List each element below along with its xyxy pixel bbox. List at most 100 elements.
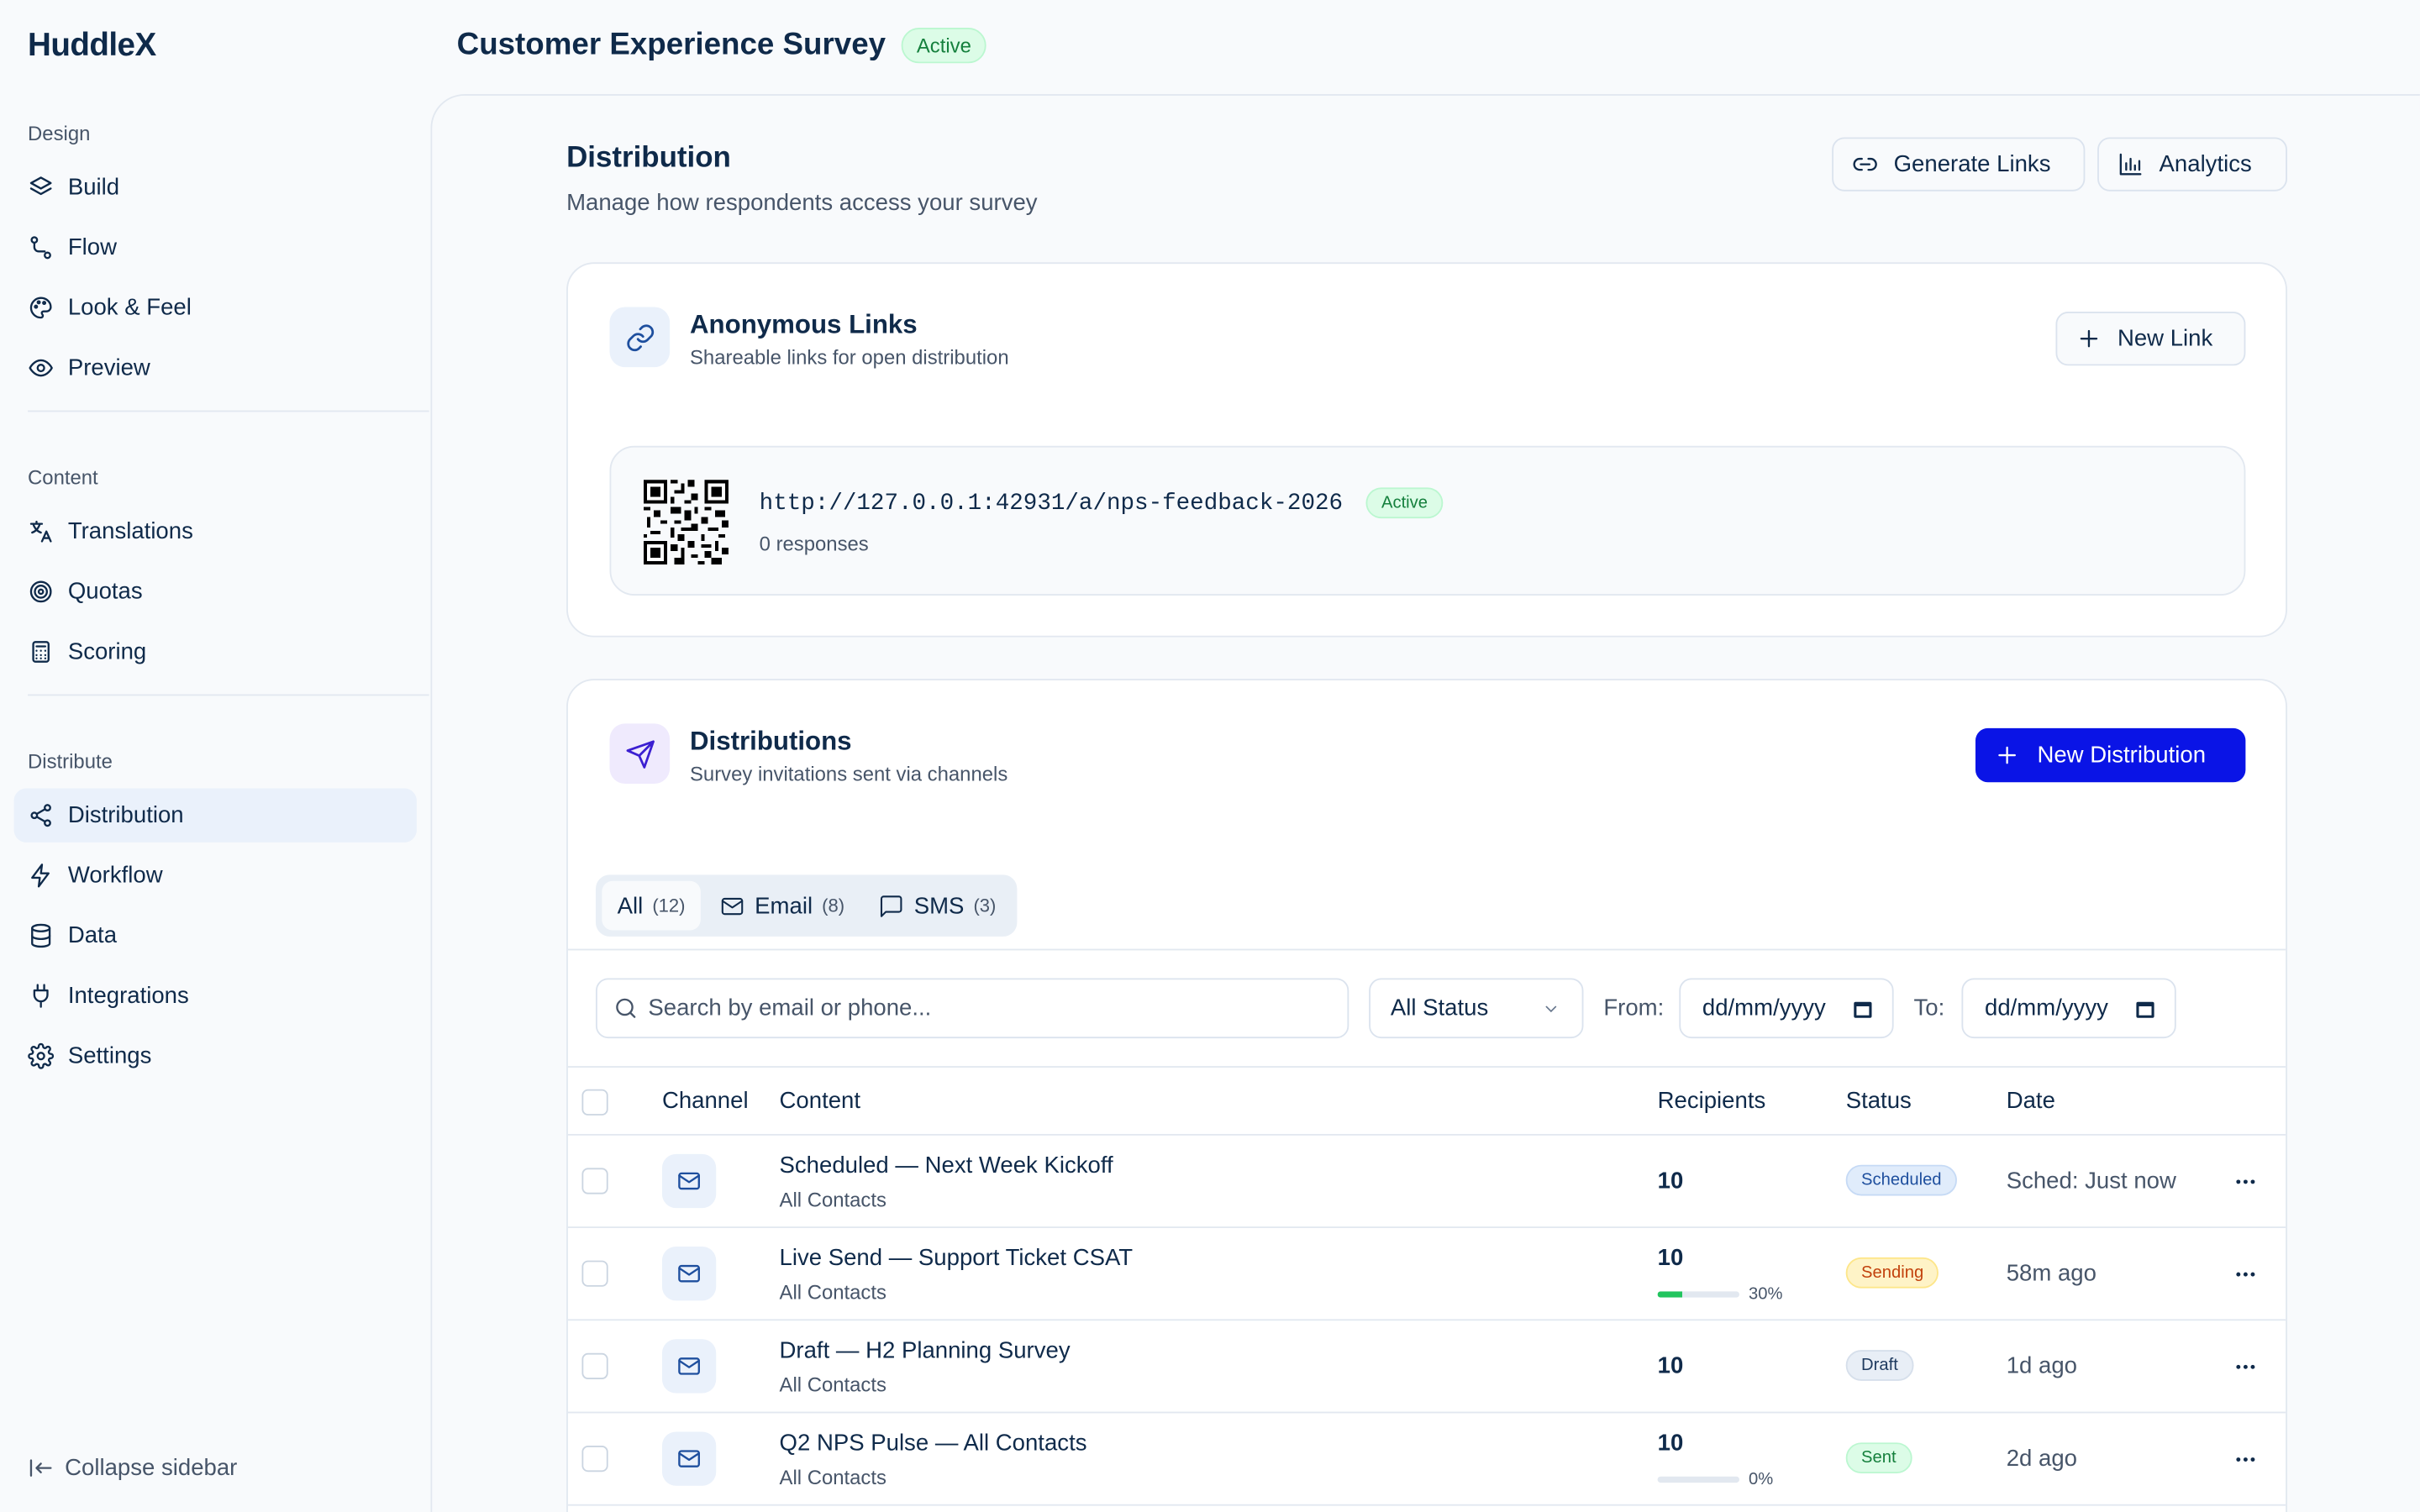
mail-icon bbox=[661, 1339, 717, 1394]
sidebar-item-label: Quotas bbox=[67, 578, 143, 605]
row-title[interactable]: Q2 NPS Pulse — All Contacts bbox=[780, 1431, 1087, 1457]
column-header-channel[interactable]: Channel bbox=[662, 1088, 749, 1114]
layers-icon bbox=[28, 175, 54, 201]
section-subtitle: Manage how respondents access your surve… bbox=[566, 189, 1038, 217]
status-filter-value: All Status bbox=[1390, 995, 1489, 1021]
to-date-input[interactable]: dd/mm/yyyy bbox=[1961, 978, 2176, 1039]
new-link-button[interactable]: New Link bbox=[2055, 312, 2246, 366]
eye-icon bbox=[28, 354, 54, 381]
status-badge: Sent bbox=[1845, 1442, 1912, 1474]
sidebar-item-label: Workflow bbox=[67, 862, 163, 889]
anonymous-links-title: Anonymous Links bbox=[690, 310, 918, 340]
ellipsis-icon bbox=[2236, 1364, 2255, 1369]
sidebar-item-label: Scoring bbox=[67, 638, 147, 665]
sidebar-item-label: Integrations bbox=[67, 982, 189, 1010]
channel-tabs: All (12) Email (8) SMS (3) bbox=[595, 874, 1018, 937]
to-label: To: bbox=[1913, 995, 1945, 1021]
column-header-content[interactable]: Content bbox=[780, 1088, 861, 1114]
tab-label: Email bbox=[755, 892, 813, 919]
sidebar: HuddleX Design Build Flow Look & Feel Pr… bbox=[0, 0, 431, 1512]
select-all-checkbox[interactable] bbox=[581, 1089, 608, 1116]
search-placeholder: Search by email or phone... bbox=[648, 995, 932, 1021]
row-date: 2d ago bbox=[2006, 1445, 2077, 1473]
survey-status-badge: Active bbox=[901, 28, 987, 64]
database-icon bbox=[28, 922, 54, 948]
sidebar-item-translations[interactable]: Translations bbox=[14, 505, 417, 559]
more-actions-button[interactable] bbox=[2232, 1446, 2260, 1473]
generate-links-button[interactable]: Generate Links bbox=[1832, 137, 2086, 192]
to-date-placeholder: dd/mm/yyyy bbox=[1984, 995, 2108, 1021]
search-input[interactable]: Search by email or phone... bbox=[595, 978, 1349, 1039]
plus-icon bbox=[1998, 746, 2016, 764]
sidebar-item-settings[interactable]: Settings bbox=[14, 1029, 417, 1083]
tab-all[interactable]: All (12) bbox=[602, 880, 701, 931]
from-date-input[interactable]: dd/mm/yyyy bbox=[1679, 978, 1894, 1039]
sidebar-item-label: Data bbox=[67, 922, 118, 949]
ellipsis-icon bbox=[2236, 1179, 2255, 1184]
table-row[interactable]: Scheduled — Next Week Kickoff All Contac… bbox=[567, 1136, 2286, 1229]
tab-email[interactable]: Email (8) bbox=[704, 881, 860, 931]
row-title[interactable]: Scheduled — Next Week Kickoff bbox=[780, 1152, 1113, 1179]
collapse-sidebar-button[interactable]: Collapse sidebar bbox=[28, 1455, 237, 1481]
column-header-date[interactable]: Date bbox=[2007, 1088, 2055, 1114]
more-actions-button[interactable] bbox=[2232, 1261, 2260, 1289]
qr-code-icon[interactable] bbox=[643, 480, 729, 565]
status-badge: Draft bbox=[1845, 1350, 1914, 1381]
anonymous-link-url[interactable]: http://127.0.0.1:42931/a/nps-feedback-20… bbox=[760, 491, 1343, 517]
ellipsis-icon bbox=[2236, 1457, 2255, 1462]
more-actions-button[interactable] bbox=[2232, 1168, 2260, 1195]
table-row[interactable]: Draft — H2 Planning Survey All Contacts … bbox=[567, 1320, 2286, 1414]
row-audience: All Contacts bbox=[779, 1188, 886, 1211]
anonymous-link-item[interactable]: http://127.0.0.1:42931/a/nps-feedback-20… bbox=[609, 445, 2246, 596]
progress-label: 0% bbox=[1748, 1470, 1774, 1489]
sidebar-item-quotas[interactable]: Quotas bbox=[14, 564, 417, 618]
from-label: From: bbox=[1603, 995, 1665, 1021]
link-status-badge: Active bbox=[1365, 487, 1444, 519]
row-title[interactable]: Live Send — Support Ticket CSAT bbox=[780, 1245, 1134, 1271]
sidebar-item-distribution[interactable]: Distribution bbox=[13, 788, 417, 843]
target-icon bbox=[28, 579, 54, 605]
sidebar-divider bbox=[28, 694, 429, 696]
ellipsis-icon bbox=[2236, 1272, 2255, 1277]
app-logo[interactable]: HuddleX bbox=[28, 28, 156, 65]
more-actions-button[interactable] bbox=[2232, 1353, 2260, 1381]
section-label-content: Content bbox=[28, 465, 98, 490]
column-header-status[interactable]: Status bbox=[1846, 1088, 1912, 1114]
route-icon bbox=[28, 234, 54, 260]
link-icon bbox=[1853, 157, 1877, 171]
sidebar-item-integrations[interactable]: Integrations bbox=[14, 969, 417, 1022]
progress-bar bbox=[1657, 1476, 1739, 1483]
anonymous-links-subtitle: Shareable links for open distribution bbox=[690, 345, 1009, 369]
sidebar-item-data[interactable]: Data bbox=[14, 909, 417, 963]
sidebar-item-build[interactable]: Build bbox=[14, 160, 417, 214]
row-checkbox[interactable] bbox=[581, 1260, 608, 1287]
sidebar-item-label: Translations bbox=[67, 518, 193, 545]
table-row[interactable]: Live Send — Support Ticket CSAT All Cont… bbox=[567, 1228, 2286, 1321]
status-filter-select[interactable]: All Status bbox=[1369, 978, 1584, 1039]
section-title: Distribution bbox=[566, 141, 731, 175]
table-row[interactable]: Q2 NPS Pulse — All Contacts All Contacts… bbox=[567, 1413, 2286, 1506]
link-icon bbox=[609, 307, 671, 368]
new-distribution-button[interactable]: New Distribution bbox=[1975, 727, 2246, 783]
status-badge: Sending bbox=[1845, 1257, 1939, 1289]
sidebar-item-look-feel[interactable]: Look & Feel bbox=[14, 281, 417, 334]
tab-sms[interactable]: SMS (3) bbox=[863, 881, 1012, 931]
from-date-placeholder: dd/mm/yyyy bbox=[1702, 995, 1826, 1021]
row-checkbox[interactable] bbox=[581, 1352, 608, 1380]
row-title[interactable]: Draft — H2 Planning Survey bbox=[780, 1337, 1071, 1363]
chevron-down-icon bbox=[1545, 1005, 1557, 1012]
mail-icon bbox=[661, 1247, 717, 1301]
analytics-button[interactable]: Analytics bbox=[2097, 137, 2287, 192]
column-header-recipients[interactable]: Recipients bbox=[1658, 1088, 1766, 1114]
distributions-title: Distributions bbox=[690, 727, 852, 756]
row-checkbox[interactable] bbox=[581, 1445, 608, 1473]
sidebar-item-workflow[interactable]: Workflow bbox=[14, 848, 417, 902]
sidebar-item-flow[interactable]: Flow bbox=[14, 221, 417, 275]
sidebar-item-scoring[interactable]: Scoring bbox=[14, 625, 417, 679]
sidebar-item-label: Settings bbox=[67, 1042, 152, 1069]
sidebar-item-preview[interactable]: Preview bbox=[14, 341, 417, 395]
row-date: 58m ago bbox=[2006, 1260, 2096, 1287]
calendar-icon bbox=[2136, 1000, 2154, 1017]
row-date: Sched: Just now bbox=[2006, 1168, 2176, 1194]
row-checkbox[interactable] bbox=[581, 1168, 608, 1194]
